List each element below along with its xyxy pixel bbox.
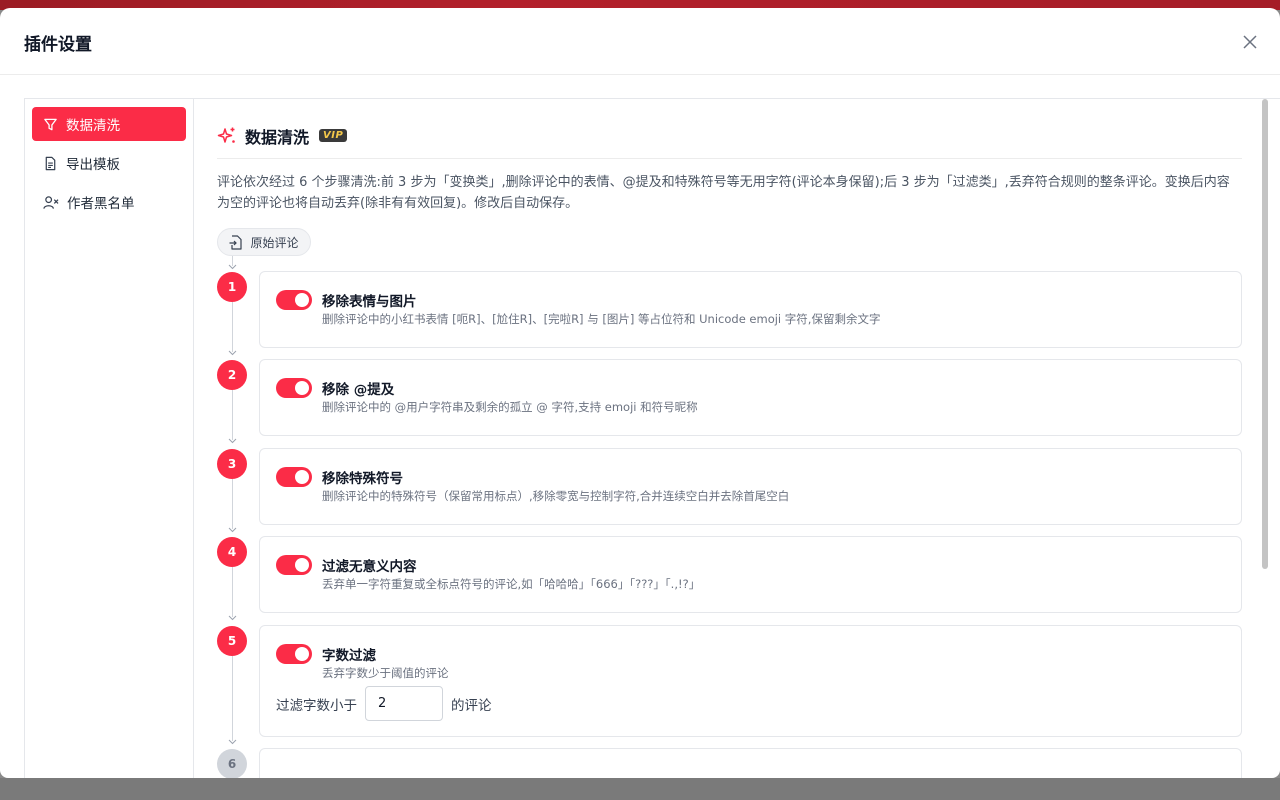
sparkles-icon bbox=[217, 127, 235, 143]
sidebar-item-label: 数据清洗 bbox=[66, 118, 120, 134]
timeline-connector bbox=[232, 302, 233, 352]
step-toggle[interactable] bbox=[276, 555, 312, 575]
step-number: 1 bbox=[217, 272, 247, 302]
content-panel: 数据清洗 VIP 评论依次经过 6 个步骤清洗:前 3 步为「变换类」,删除评论… bbox=[194, 99, 1280, 778]
timeline-connector bbox=[232, 656, 233, 741]
sidebar-item-export-template[interactable]: 导出模板 bbox=[32, 146, 186, 180]
step-toggle[interactable] bbox=[276, 378, 312, 398]
close-icon bbox=[1243, 35, 1257, 49]
step-description: 删除评论中的特殊符号（保留常用标点）,移除零宽与控制字符,合并连续空白并去除首尾… bbox=[322, 489, 790, 503]
step-4: 4 过滤无意义内容 丢弃单一字符重复或全标点符号的评论,如「哈哈哈」「666」「… bbox=[217, 536, 1247, 621]
chevron-down-icon bbox=[228, 438, 237, 444]
chevron-down-icon bbox=[228, 615, 237, 621]
sidebar-item-data-cleaning[interactable]: 数据清洗 bbox=[32, 107, 186, 141]
toggle-knob bbox=[295, 470, 309, 484]
section-title: 数据清洗 bbox=[245, 127, 310, 147]
step-description: 删除评论中的 @用户字符串及剩余的孤立 @ 字符,支持 emoji 和符号昵称 bbox=[322, 400, 698, 414]
chevron-down-icon bbox=[228, 739, 237, 745]
min-length-input[interactable] bbox=[365, 686, 443, 721]
filter-icon bbox=[44, 118, 57, 130]
step-title: 移除特殊符号 bbox=[322, 471, 403, 487]
chevron-down-icon bbox=[228, 350, 237, 356]
source-chip-label: 原始评论 bbox=[250, 235, 299, 250]
step-title: 过滤无意义内容 bbox=[322, 559, 417, 575]
step-number: 3 bbox=[217, 449, 247, 479]
file-import-icon bbox=[229, 234, 243, 250]
step-number: 6 bbox=[217, 749, 247, 778]
document-icon bbox=[45, 156, 56, 170]
step-3: 3 移除特殊符号 删除评论中的特殊符号（保留常用标点）,移除零宽与控制字符,合并… bbox=[217, 448, 1247, 533]
modal-body: 数据清洗 导出模板 作者黑名单 数据清洗 VIP 评论依次经过 6 个步骤清洗:… bbox=[24, 98, 1280, 778]
close-button[interactable] bbox=[1238, 30, 1262, 54]
step-title: 字数过滤 bbox=[322, 648, 376, 664]
step-6: 6 bbox=[217, 748, 1247, 778]
sidebar-item-author-blacklist[interactable]: 作者黑名单 bbox=[32, 185, 186, 219]
chevron-down-icon bbox=[228, 527, 237, 533]
step-1: 1 移除表情与图片 删除评论中的小红书表情 [呃R]、[尬住R]、[完啦R] 与… bbox=[217, 271, 1247, 356]
user-x-icon bbox=[43, 195, 59, 209]
source-comments-chip: 原始评论 bbox=[217, 228, 311, 256]
step-card: 字数过滤 丢弃字数少于阈值的评论 过滤字数小于 的评论 bbox=[259, 625, 1242, 737]
step-description: 丢弃单一字符重复或全标点符号的评论,如「哈哈哈」「666」「???」「.,!?」 bbox=[322, 577, 701, 591]
timeline-connector bbox=[232, 479, 233, 529]
timeline-connector bbox=[232, 567, 233, 617]
step-card bbox=[259, 748, 1242, 778]
step-card: 过滤无意义内容 丢弃单一字符重复或全标点符号的评论,如「哈哈哈」「666」「??… bbox=[259, 536, 1242, 613]
vip-badge: VIP bbox=[319, 129, 348, 142]
toggle-knob bbox=[295, 558, 309, 572]
step-number: 4 bbox=[217, 537, 247, 567]
timeline-connector bbox=[232, 390, 233, 440]
section-header: 数据清洗 VIP bbox=[217, 121, 1242, 159]
threshold-row: 过滤字数小于 的评论 bbox=[276, 686, 492, 721]
step-2: 2 移除 @提及 删除评论中的 @用户字符串及剩余的孤立 @ 字符,支持 emo… bbox=[217, 359, 1247, 444]
toggle-knob bbox=[295, 293, 309, 307]
step-card: 移除 @提及 删除评论中的 @用户字符串及剩余的孤立 @ 字符,支持 emoji… bbox=[259, 359, 1242, 436]
modal-header: 插件设置 bbox=[0, 8, 1280, 75]
step-number: 2 bbox=[217, 360, 247, 390]
settings-modal: 插件设置 数据清洗 导出模板 作者黑名单 数据清洗 VIP 评论依次经过 6 个… bbox=[0, 8, 1280, 778]
step-number: 5 bbox=[217, 626, 247, 656]
toggle-knob bbox=[295, 381, 309, 395]
step-toggle[interactable] bbox=[276, 290, 312, 310]
step-description: 丢弃字数少于阈值的评论 bbox=[322, 666, 449, 680]
threshold-suffix: 的评论 bbox=[451, 697, 492, 714]
step-card: 移除表情与图片 删除评论中的小红书表情 [呃R]、[尬住R]、[完啦R] 与 [… bbox=[259, 271, 1242, 348]
step-title: 移除 @提及 bbox=[322, 382, 395, 398]
sidebar: 数据清洗 导出模板 作者黑名单 bbox=[25, 99, 194, 778]
modal-title: 插件设置 bbox=[24, 35, 92, 55]
step-description: 删除评论中的小红书表情 [呃R]、[尬住R]、[完啦R] 与 [图片] 等占位符… bbox=[322, 312, 881, 326]
section-description: 评论依次经过 6 个步骤清洗:前 3 步为「变换类」,删除评论中的表情、@提及和… bbox=[217, 175, 1230, 211]
step-toggle[interactable] bbox=[276, 467, 312, 487]
step-title: 移除表情与图片 bbox=[322, 294, 417, 310]
backdrop-bottom bbox=[0, 778, 1280, 800]
threshold-prefix: 过滤字数小于 bbox=[276, 697, 357, 714]
step-5: 5 字数过滤 丢弃字数少于阈值的评论 过滤字数小于 的评论 bbox=[217, 625, 1247, 745]
scrollbar[interactable] bbox=[1262, 99, 1268, 778]
chevron-down-icon bbox=[228, 264, 237, 270]
step-toggle[interactable] bbox=[276, 644, 312, 664]
step-card: 移除特殊符号 删除评论中的特殊符号（保留常用标点）,移除零宽与控制字符,合并连续… bbox=[259, 448, 1242, 525]
sidebar-item-label: 作者黑名单 bbox=[67, 196, 135, 212]
scrollbar-thumb[interactable] bbox=[1262, 99, 1268, 569]
toggle-knob bbox=[295, 647, 309, 661]
sidebar-item-label: 导出模板 bbox=[66, 157, 120, 173]
